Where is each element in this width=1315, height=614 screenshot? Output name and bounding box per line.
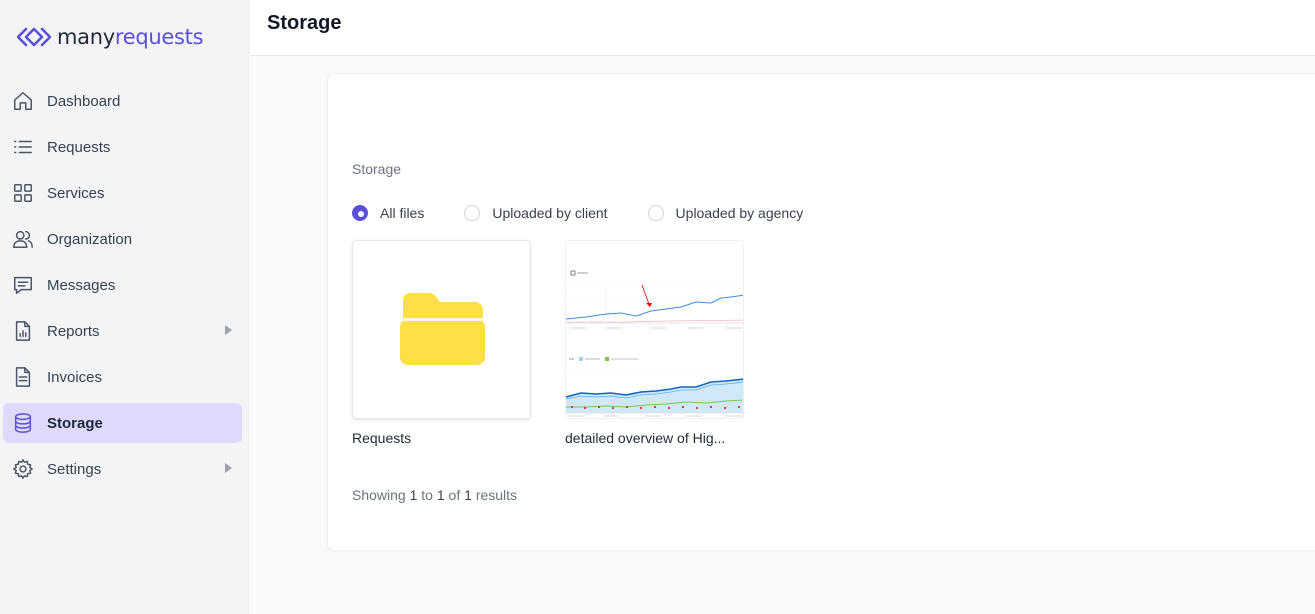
users-icon: [12, 228, 34, 250]
filter-label: All files: [380, 205, 425, 221]
tile-preview[interactable]: [352, 240, 531, 419]
sidebar-item-label: Messages: [47, 276, 116, 294]
radio-checked-icon[interactable]: [352, 205, 368, 221]
folder-icon: [400, 293, 485, 365]
filter-label: Uploaded by agency: [675, 205, 804, 221]
top-header: Storage: [250, 0, 1315, 56]
report-icon: [12, 320, 34, 342]
pagination-summary: Showing 1 to 1 of 1 results: [352, 487, 517, 503]
sidebar-item-settings[interactable]: Settings: [3, 449, 242, 489]
logo-icon: [17, 27, 51, 47]
sidebar-item-organization[interactable]: Organization: [3, 219, 242, 259]
sidebar-item-label: Services: [47, 184, 105, 202]
filter-label: Uploaded by client: [492, 205, 608, 221]
sidebar: manyrequests Dashboard Requests Services…: [0, 0, 249, 614]
sidebar-item-storage[interactable]: Storage: [3, 403, 242, 443]
page-title: Storage: [267, 12, 342, 34]
filter-all-files[interactable]: All files: [352, 205, 424, 221]
caret-right-icon: [225, 325, 232, 335]
pagination-prefix: Showing: [352, 487, 406, 503]
sidebar-item-label: Organization: [47, 230, 133, 248]
brand-name: manyrequests: [57, 25, 204, 49]
sidebar-nav: Dashboard Requests Services Organization…: [3, 81, 242, 495]
gear-icon: [12, 458, 34, 480]
file-name[interactable]: Requests: [352, 430, 531, 446]
brand-logo[interactable]: manyrequests: [17, 22, 204, 52]
invoice-icon: [12, 366, 34, 388]
pagination-total: 1: [464, 487, 472, 503]
file-filter-group: All files Uploaded by client Uploaded by…: [352, 204, 843, 222]
chat-icon: [12, 274, 34, 296]
sidebar-item-dashboard[interactable]: Dashboard: [3, 81, 242, 121]
home-icon: [12, 90, 34, 112]
file-tile-image[interactable]: detailed overview of Hig...: [565, 240, 744, 446]
caret-right-icon: [225, 463, 232, 473]
sidebar-item-label: Settings: [47, 460, 102, 478]
pagination-to: 1: [436, 487, 445, 503]
sidebar-item-label: Invoices: [47, 368, 103, 386]
sidebar-item-label: Requests: [47, 138, 111, 156]
pagination-from: 1: [409, 487, 418, 503]
sidebar-item-label: Reports: [47, 322, 100, 340]
grid-icon: [12, 182, 34, 204]
brand-name-part1: many: [57, 25, 115, 49]
list-icon: [12, 136, 34, 158]
filter-uploaded-by-client[interactable]: Uploaded by client: [464, 205, 608, 221]
section-label: Storage: [352, 161, 402, 177]
sidebar-item-reports[interactable]: Reports: [3, 311, 242, 351]
storage-card: Storage All files Uploaded by client Upl…: [327, 73, 1315, 551]
chart-thumbnail: [566, 241, 743, 418]
sidebar-item-messages[interactable]: Messages: [3, 265, 242, 305]
brand-name-part2: requests: [114, 25, 204, 49]
file-tile-folder[interactable]: Requests: [352, 240, 531, 446]
sidebar-item-invoices[interactable]: Invoices: [3, 357, 242, 397]
pagination-to-word: to: [421, 487, 433, 503]
sidebar-item-requests[interactable]: Requests: [3, 127, 242, 167]
tile-preview[interactable]: [565, 240, 744, 419]
sidebar-item-label: Dashboard: [47, 92, 121, 110]
filter-uploaded-by-agency[interactable]: Uploaded by agency: [647, 205, 804, 221]
radio-unchecked-icon[interactable]: [464, 205, 481, 221]
radio-unchecked-icon[interactable]: [647, 205, 664, 221]
pagination-of-word: of: [448, 487, 461, 503]
pagination-suffix: results: [475, 487, 518, 503]
sidebar-item-services[interactable]: Services: [3, 173, 242, 213]
sidebar-item-label: Storage: [47, 414, 103, 432]
database-icon: [12, 412, 34, 434]
file-name[interactable]: detailed overview of Hig...: [565, 430, 744, 446]
